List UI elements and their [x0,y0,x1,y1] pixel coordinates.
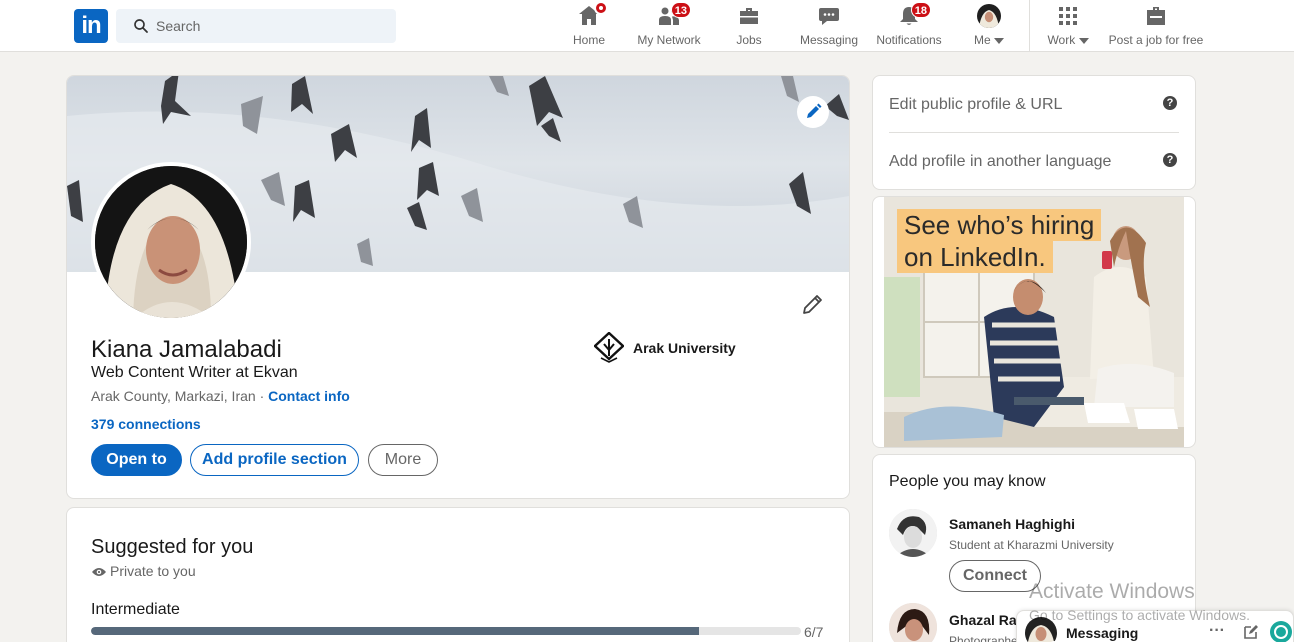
profile-location: Arak County, Markazi, Iran [91,388,256,404]
pencil-icon [807,103,822,118]
notifications-badge: 18 [910,2,931,18]
profile-level: Intermediate [91,601,180,618]
messaging-avatar-photo [1028,625,1054,642]
add-profile-section-button[interactable]: Add profile section [190,444,359,476]
nav-home-label: Home [572,33,605,47]
profile-settings-card: Edit public profile & URL ? Add profile … [872,75,1196,190]
home-notification-dot [594,1,608,15]
person-avatar[interactable] [889,603,937,642]
nav-post-job-label: Post a job for free [1108,33,1204,47]
person-name[interactable]: Samaneh Haghighi [949,516,1075,532]
divider [889,132,1179,133]
more-button[interactable]: More [368,444,438,476]
bell-icon: 18 [897,2,931,28]
nav-home[interactable]: Home [566,1,612,50]
search-icon [134,19,148,33]
network-icon: 13 [657,2,691,28]
location-separator: · [255,388,269,404]
more-options-icon[interactable]: ··· [1209,622,1225,640]
caret-down-icon [994,38,1004,44]
linkedin-logo[interactable]: in [74,9,108,43]
nav-jobs-label: Jobs [736,33,762,47]
nav-my-network-label: My Network [637,33,701,47]
home-icon [577,1,608,28]
help-icon[interactable]: ? [1163,96,1177,110]
nav-me[interactable]: Me [966,4,1012,50]
person-avatar[interactable] [889,509,937,557]
nav-messaging-label: Messaging [799,33,859,47]
person-photo [889,603,937,642]
profile-photo [95,166,247,318]
edit-intro-button[interactable] [801,292,825,316]
caret-down-icon [1078,38,1089,44]
connect-button[interactable]: Connect [949,560,1041,592]
chevron-up-icon[interactable] [1269,620,1293,642]
person-headline: Student at Kharazmi University [949,538,1114,552]
eye-icon [92,568,106,576]
privacy-note: Private to you [91,563,196,579]
suggested-card: Suggested for you Private to you Interme… [66,507,850,642]
nav-jobs[interactable]: Jobs [730,4,768,50]
help-icon[interactable]: ? [1163,153,1177,167]
suggested-title: Suggested for you [91,536,254,558]
profile-strength-bar [91,627,801,635]
compose-icon[interactable] [1243,624,1259,640]
nav-my-network[interactable]: 13 My Network [632,2,706,50]
profile-strength-fill [91,627,700,635]
nav-divider [1029,0,1030,52]
messaging-avatar [1025,617,1057,642]
pencil-icon [803,295,822,314]
open-to-button[interactable]: Open to [91,444,182,476]
ad-headline-line-1: See who’s hiring [897,209,1102,241]
pymk-title: People you may know [889,473,1046,490]
connections-link[interactable]: 379 connections [91,416,201,432]
nav-me-label: Me [973,33,991,47]
profile-avatar[interactable] [91,162,251,322]
ad-headline-line-2: on LinkedIn. [897,241,1053,273]
messaging-label: Messaging [1066,625,1139,641]
me-avatar [977,4,1001,28]
profile-card: Kiana Jamalabadi Web Content Writer at E… [66,75,850,499]
profile-headline: Web Content Writer at Ekvan [91,364,298,381]
nav-post-job[interactable]: Post a job for free [1105,4,1207,50]
nav-notifications[interactable]: 18 Notifications [873,2,945,50]
university-logo-icon [594,332,624,363]
grid-icon [1056,4,1080,28]
edit-banner-button[interactable] [797,96,829,128]
university-name: Arak University [633,340,736,356]
privacy-text: Private to you [110,563,196,579]
search-bar[interactable] [116,9,396,43]
post-job-icon [1144,4,1168,28]
profile-name: Kiana Jamalabadi [91,336,282,363]
messaging-overlay-bar[interactable]: Messaging ··· [1016,610,1294,642]
chat-icon [817,4,841,28]
hiring-ad-banner[interactable]: See who’s hiring on LinkedIn. [884,197,1184,447]
person-photo [889,509,937,557]
edit-public-profile-link[interactable]: Edit public profile & URL [889,96,1062,114]
nav-notifications-label: Notifications [876,33,942,47]
nav-work-label: Work [1047,33,1076,47]
person-name[interactable]: Ghazal Rae [949,612,1024,628]
search-input[interactable] [156,9,386,43]
top-nav: in Home 13 My Network Jobs Messaging [0,0,1294,52]
profile-strength-label: 6/7 [804,624,824,640]
profile-location-line: Arak County, Markazi, Iran · Contact inf… [91,388,350,404]
nav-messaging[interactable]: Messaging [797,4,861,50]
network-badge: 13 [670,2,691,18]
briefcase-icon [737,4,761,28]
contact-info-link[interactable]: Contact info [268,388,350,404]
person-headline: Photographe [949,634,1018,642]
nav-work[interactable]: Work [1045,4,1091,50]
add-language-profile-link[interactable]: Add profile in another language [889,153,1111,171]
